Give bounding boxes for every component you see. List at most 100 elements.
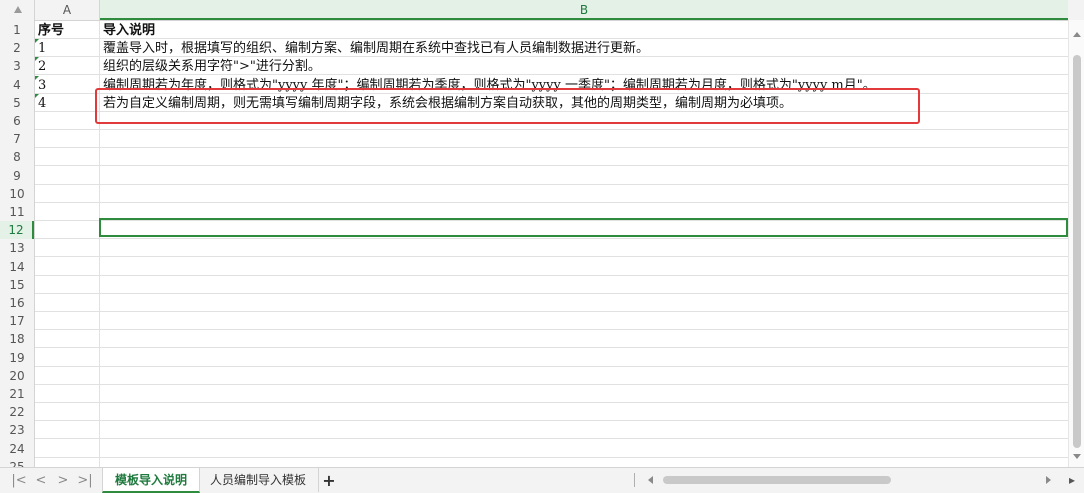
row-header-4[interactable]: 4 <box>0 76 34 94</box>
cell-b1[interactable]: 导入说明 <box>103 21 1063 39</box>
cell-a20[interactable] <box>38 367 98 385</box>
row-header-13[interactable]: 13 <box>0 239 34 257</box>
cell-b19[interactable] <box>103 349 1063 367</box>
row-header-11[interactable]: 11 <box>0 203 34 221</box>
scroll-up-icon[interactable] <box>1073 32 1081 37</box>
cell-b17[interactable] <box>103 312 1063 330</box>
select-all-corner[interactable] <box>0 0 35 20</box>
row-header-23[interactable]: 23 <box>0 421 34 439</box>
cell-b9[interactable] <box>103 167 1063 185</box>
cell-a19[interactable] <box>38 349 98 367</box>
cell-b4[interactable]: 编制周期若为年度，则格式为"yyyy 年度"；编制周期若为季度，则格式为"yyy… <box>103 76 1063 94</box>
row-header-18[interactable]: 18 <box>0 330 34 348</box>
table-row: 序号 导入说明 <box>35 21 1068 39</box>
cell-b7[interactable] <box>103 130 1063 148</box>
table-row <box>35 148 1068 166</box>
cell-b5[interactable]: 若为自定义编制周期，则无需填写编制周期字段，系统会根据编制方案自动获取，其他的周… <box>103 94 1063 112</box>
column-header-a[interactable]: A <box>35 0 100 20</box>
cell-b2[interactable]: 覆盖导入时，根据填写的组织、编制方案、编制周期在系统中查找已有人员编制数据进行更… <box>103 39 1063 57</box>
cell-a6[interactable] <box>38 112 98 130</box>
cell-a2[interactable]: 1 <box>38 39 98 57</box>
cell-a4[interactable]: 3 <box>38 76 98 94</box>
tab-staffing-import-template[interactable]: 人员编制导入模板 <box>198 468 320 492</box>
cell-a10[interactable] <box>38 185 98 203</box>
cell-b23[interactable] <box>103 421 1063 439</box>
last-sheet-button[interactable]: >| <box>76 471 94 491</box>
cell-a3[interactable]: 2 <box>38 57 98 75</box>
row-header-20[interactable]: 20 <box>0 367 34 385</box>
table-row <box>35 330 1068 348</box>
cell-a14[interactable] <box>38 258 98 276</box>
vertical-scroll-thumb[interactable] <box>1073 55 1081 448</box>
table-row <box>35 312 1068 330</box>
cell-a17[interactable] <box>38 312 98 330</box>
cell-a13[interactable] <box>38 239 98 257</box>
row-header-15[interactable]: 15 <box>0 276 34 294</box>
table-row <box>35 276 1068 294</box>
table-row: 1 覆盖导入时，根据填写的组织、编制方案、编制周期在系统中查找已有人员编制数据进行… <box>35 39 1068 57</box>
cell-a23[interactable] <box>38 421 98 439</box>
cell-a7[interactable] <box>38 130 98 148</box>
cell-b24[interactable] <box>103 440 1063 458</box>
cell-a15[interactable] <box>38 276 98 294</box>
cell-a5[interactable]: 4 <box>38 94 98 112</box>
row-header-10[interactable]: 10 <box>0 185 34 203</box>
cell-b8[interactable] <box>103 148 1063 166</box>
row-header-22[interactable]: 22 <box>0 403 34 421</box>
cell-b18[interactable] <box>103 330 1063 348</box>
cell-a22[interactable] <box>38 403 98 421</box>
scroll-splitter[interactable] <box>634 473 635 487</box>
row-header-1[interactable]: 1 <box>0 21 34 39</box>
cell-a21[interactable] <box>38 385 98 403</box>
cell-b3[interactable]: 组织的层级关系用字符">"进行分割。 <box>103 57 1063 75</box>
row-header-16[interactable]: 16 <box>0 294 34 312</box>
row-header-19[interactable]: 19 <box>0 349 34 367</box>
column-header-b[interactable]: B <box>100 0 1068 20</box>
scroll-left-icon[interactable] <box>648 476 653 484</box>
cell-b13[interactable] <box>103 239 1063 257</box>
cell-a9[interactable] <box>38 167 98 185</box>
cell-a18[interactable] <box>38 330 98 348</box>
vertical-scrollbar[interactable] <box>1068 20 1084 467</box>
table-row <box>35 258 1068 276</box>
horizontal-scroll-thumb[interactable] <box>663 476 891 484</box>
row-header-3[interactable]: 3 <box>0 57 34 75</box>
cell-b10[interactable] <box>103 185 1063 203</box>
next-sheet-button[interactable]: > <box>54 471 72 491</box>
row-header-9[interactable]: 9 <box>0 167 34 185</box>
row-header-17[interactable]: 17 <box>0 312 34 330</box>
first-sheet-button[interactable]: |< <box>10 471 28 491</box>
cell-a8[interactable] <box>38 148 98 166</box>
row-header-2[interactable]: 2 <box>0 39 34 57</box>
table-row <box>35 440 1068 458</box>
add-sheet-button[interactable]: + <box>320 470 338 492</box>
row-header-12[interactable]: 12 <box>0 221 34 239</box>
selected-cell-b12[interactable] <box>99 218 1068 237</box>
cell-b16[interactable] <box>103 294 1063 312</box>
scroll-down-icon[interactable] <box>1073 454 1081 459</box>
row-header-24[interactable]: 24 <box>0 440 34 458</box>
cell-a11[interactable] <box>38 203 98 221</box>
expand-icon[interactable]: ▸ <box>1064 471 1080 489</box>
cell-a12[interactable] <box>38 221 98 239</box>
cell-a1[interactable]: 序号 <box>38 21 98 39</box>
cell-b15[interactable] <box>103 276 1063 294</box>
cell-a24[interactable] <box>38 440 98 458</box>
cell-b20[interactable] <box>103 367 1063 385</box>
row-header-21[interactable]: 21 <box>0 385 34 403</box>
cell-a16[interactable] <box>38 294 98 312</box>
cell-b6[interactable] <box>103 112 1063 130</box>
prev-sheet-button[interactable]: < <box>32 471 50 491</box>
row-header-14[interactable]: 14 <box>0 258 34 276</box>
row-header-8[interactable]: 8 <box>0 148 34 166</box>
cell-b22[interactable] <box>103 403 1063 421</box>
row-header-7[interactable]: 7 <box>0 130 34 148</box>
tab-template-instructions[interactable]: 模板导入说明 <box>102 468 201 493</box>
cell-b21[interactable] <box>103 385 1063 403</box>
cell-b14[interactable] <box>103 258 1063 276</box>
scroll-right-icon[interactable] <box>1046 476 1051 484</box>
cell-b25[interactable] <box>103 458 1063 467</box>
cell-a25[interactable] <box>38 458 98 467</box>
row-header-6[interactable]: 6 <box>0 112 34 130</box>
row-header-5[interactable]: 5 <box>0 94 34 112</box>
